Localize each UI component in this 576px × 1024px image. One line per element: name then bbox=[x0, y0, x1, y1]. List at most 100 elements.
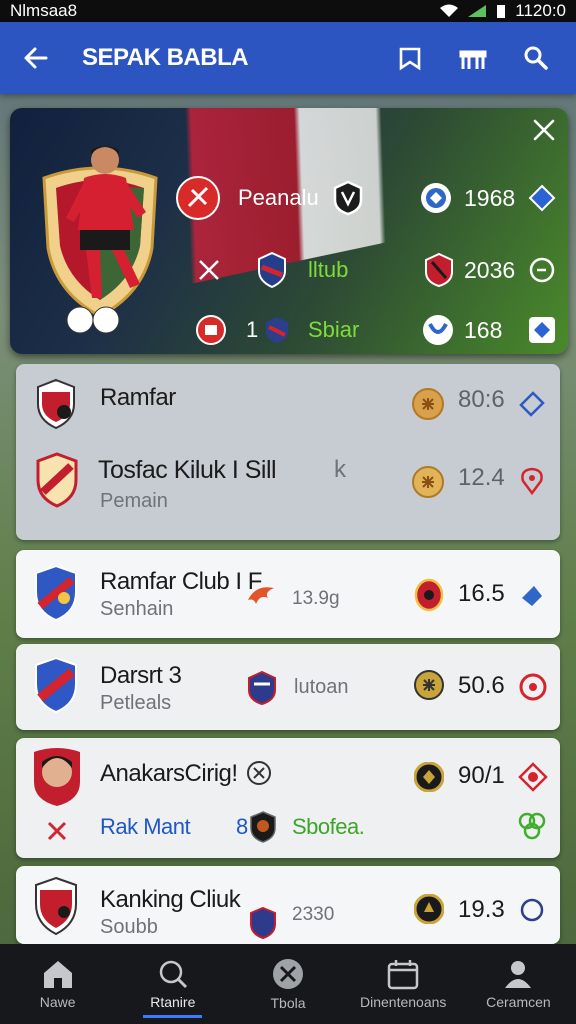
club-shield-icon bbox=[34, 378, 78, 430]
status-time: 1120:0 bbox=[515, 1, 566, 20]
home-icon bbox=[43, 961, 72, 988]
featured-value: 168 bbox=[464, 316, 503, 343]
ranking-card[interactable]: Darsrt 3 Petleals lutoan 50.6 bbox=[16, 644, 560, 730]
diamond-icon[interactable] bbox=[528, 308, 556, 352]
clock-icon[interactable] bbox=[528, 248, 556, 292]
list-item[interactable]: AnakarsCirig! Rak Mant 8 Sbofea. 90/1 bbox=[16, 738, 560, 858]
list-item-value: 50.6 bbox=[458, 672, 505, 699]
list-item-meta: lutoan bbox=[294, 676, 349, 698]
club-shield-icon bbox=[256, 248, 288, 292]
team-logo-icon bbox=[422, 308, 454, 352]
nav-item-home[interactable]: Nawe bbox=[0, 944, 115, 1024]
featured-value: 1968 bbox=[464, 184, 516, 211]
list-item[interactable]: Tosfac Kiluk I Sill k Pemain 12.4 bbox=[16, 446, 560, 526]
close-button[interactable] bbox=[532, 118, 556, 142]
nav-item-ball[interactable]: Tbola bbox=[230, 944, 345, 1024]
featured-row[interactable]: Peanalu 1968 bbox=[176, 176, 562, 220]
featured-label: lltub bbox=[308, 257, 349, 282]
clover-icon[interactable] bbox=[516, 810, 548, 842]
badge-icon[interactable] bbox=[518, 762, 548, 792]
club-shield-icon bbox=[34, 452, 80, 508]
list-item-subtitle: Pemain bbox=[100, 490, 168, 512]
coin-icon bbox=[414, 894, 444, 924]
status-left-text: Nlmsaa8 bbox=[10, 1, 78, 20]
calendar-icon bbox=[387, 960, 419, 990]
featured-label: Sbiar bbox=[308, 317, 360, 342]
battery-icon bbox=[497, 5, 506, 18]
ranking-card[interactable]: Ramfar Club I F Senhain 13.9g 16.5 bbox=[16, 550, 560, 638]
list-item-value: 12.4 bbox=[458, 464, 505, 491]
bookmark-button[interactable] bbox=[396, 44, 424, 72]
list-item[interactable]: Darsrt 3 Petleals lutoan 50.6 bbox=[16, 644, 560, 724]
diamond-icon[interactable] bbox=[528, 176, 556, 220]
list-item-meta: Sbofea. bbox=[292, 814, 365, 839]
coin-icon bbox=[414, 762, 444, 792]
featured-card[interactable]: Peanalu 1968 lltub 2036 1 Sbiar 168 bbox=[10, 108, 568, 354]
nav-item-calendar[interactable]: Dinentenoans bbox=[346, 944, 461, 1024]
status-icons: 1120:0 bbox=[439, 1, 566, 21]
list-item-value: 16.5 bbox=[458, 580, 505, 607]
coin-icon bbox=[414, 670, 444, 700]
list-item-subtitle: Petleals bbox=[100, 692, 172, 714]
team-logo-icon bbox=[420, 176, 452, 220]
list-item-name: AnakarsCirig! bbox=[100, 760, 238, 787]
list-item-name: Tosfac Kiluk I Sill bbox=[98, 456, 277, 484]
list-item-name: Ramfar bbox=[100, 384, 176, 411]
list-item-value: 90/1 bbox=[458, 762, 505, 789]
club-shield-icon bbox=[32, 656, 80, 714]
list-item[interactable]: Ramfar 80:6 bbox=[16, 364, 560, 444]
location-pin-icon[interactable] bbox=[518, 466, 546, 496]
coin-icon bbox=[412, 466, 444, 498]
list-item-meta: 13.9g bbox=[292, 588, 340, 609]
featured-label: Peanalu bbox=[238, 185, 319, 210]
target-icon[interactable] bbox=[518, 672, 548, 702]
featured-row[interactable]: lltub 2036 bbox=[182, 248, 562, 292]
list-item[interactable]: Kanking Cliuk Soubb 2330 19.3 bbox=[16, 866, 560, 946]
list-item-prefix: 8 bbox=[236, 814, 248, 839]
list-item-name: Ramfar Club I F bbox=[100, 568, 262, 595]
ball-icon bbox=[273, 959, 303, 989]
club-shield-icon bbox=[248, 810, 278, 844]
arrow-right-icon[interactable] bbox=[518, 582, 546, 610]
list-item-subtitle: Rak Mant bbox=[100, 814, 191, 839]
nav-label: Ceramcen bbox=[486, 994, 551, 1010]
nav-label: Tbola bbox=[270, 995, 306, 1011]
bottom-nav: Nawe Rtanire Tbola Dinentenoans Ceramcen bbox=[0, 944, 576, 1024]
circle-outline-icon[interactable] bbox=[518, 896, 546, 924]
person-icon bbox=[505, 961, 532, 988]
search-icon bbox=[159, 960, 187, 989]
stadium-icon bbox=[459, 50, 487, 69]
back-button[interactable] bbox=[0, 44, 72, 72]
close-icon bbox=[533, 119, 555, 141]
club-shield-icon bbox=[424, 248, 454, 292]
coin-icon bbox=[412, 388, 444, 420]
player-avatar-icon bbox=[66, 146, 146, 334]
wifi-icon bbox=[440, 4, 459, 17]
nav-item-search[interactable]: Rtanire bbox=[115, 944, 230, 1024]
ranking-card[interactable]: AnakarsCirig! Rak Mant 8 Sbofea. 90/1 bbox=[16, 738, 560, 858]
close-icon[interactable] bbox=[46, 820, 68, 842]
nav-label: Nawe bbox=[39, 994, 76, 1010]
list-item-name: Kanking Cliuk bbox=[100, 886, 241, 913]
diamond-outline-icon[interactable] bbox=[518, 390, 546, 418]
club-shield-icon bbox=[248, 906, 278, 940]
list-item-name: Darsrt 3 bbox=[100, 662, 182, 689]
list-item[interactable]: Ramfar Club I F Senhain 13.9g 16.5 bbox=[16, 550, 560, 630]
nav-label: Rtanire bbox=[150, 994, 196, 1010]
back-arrow-icon bbox=[24, 47, 48, 69]
featured-prefix: 1 bbox=[246, 317, 259, 342]
nav-item-profile[interactable]: Ceramcen bbox=[461, 944, 576, 1024]
search-button[interactable] bbox=[522, 44, 550, 72]
list-item-subtitle: Senhain bbox=[100, 598, 174, 620]
bookmark-icon bbox=[399, 47, 421, 71]
search-icon bbox=[524, 46, 548, 70]
player-avatar bbox=[30, 744, 84, 808]
close-circle-icon[interactable] bbox=[246, 760, 272, 786]
ranking-card[interactable]: Kanking Cliuk Soubb 2330 19.3 bbox=[16, 866, 560, 944]
club-shield-icon bbox=[264, 308, 290, 352]
list-item-subtitle: Soubb bbox=[100, 916, 158, 938]
list-item-value: 19.3 bbox=[458, 896, 505, 923]
club-shield-icon bbox=[332, 176, 364, 220]
featured-row[interactable]: 1 Sbiar 168 bbox=[182, 308, 562, 352]
stadium-button[interactable] bbox=[458, 44, 488, 72]
